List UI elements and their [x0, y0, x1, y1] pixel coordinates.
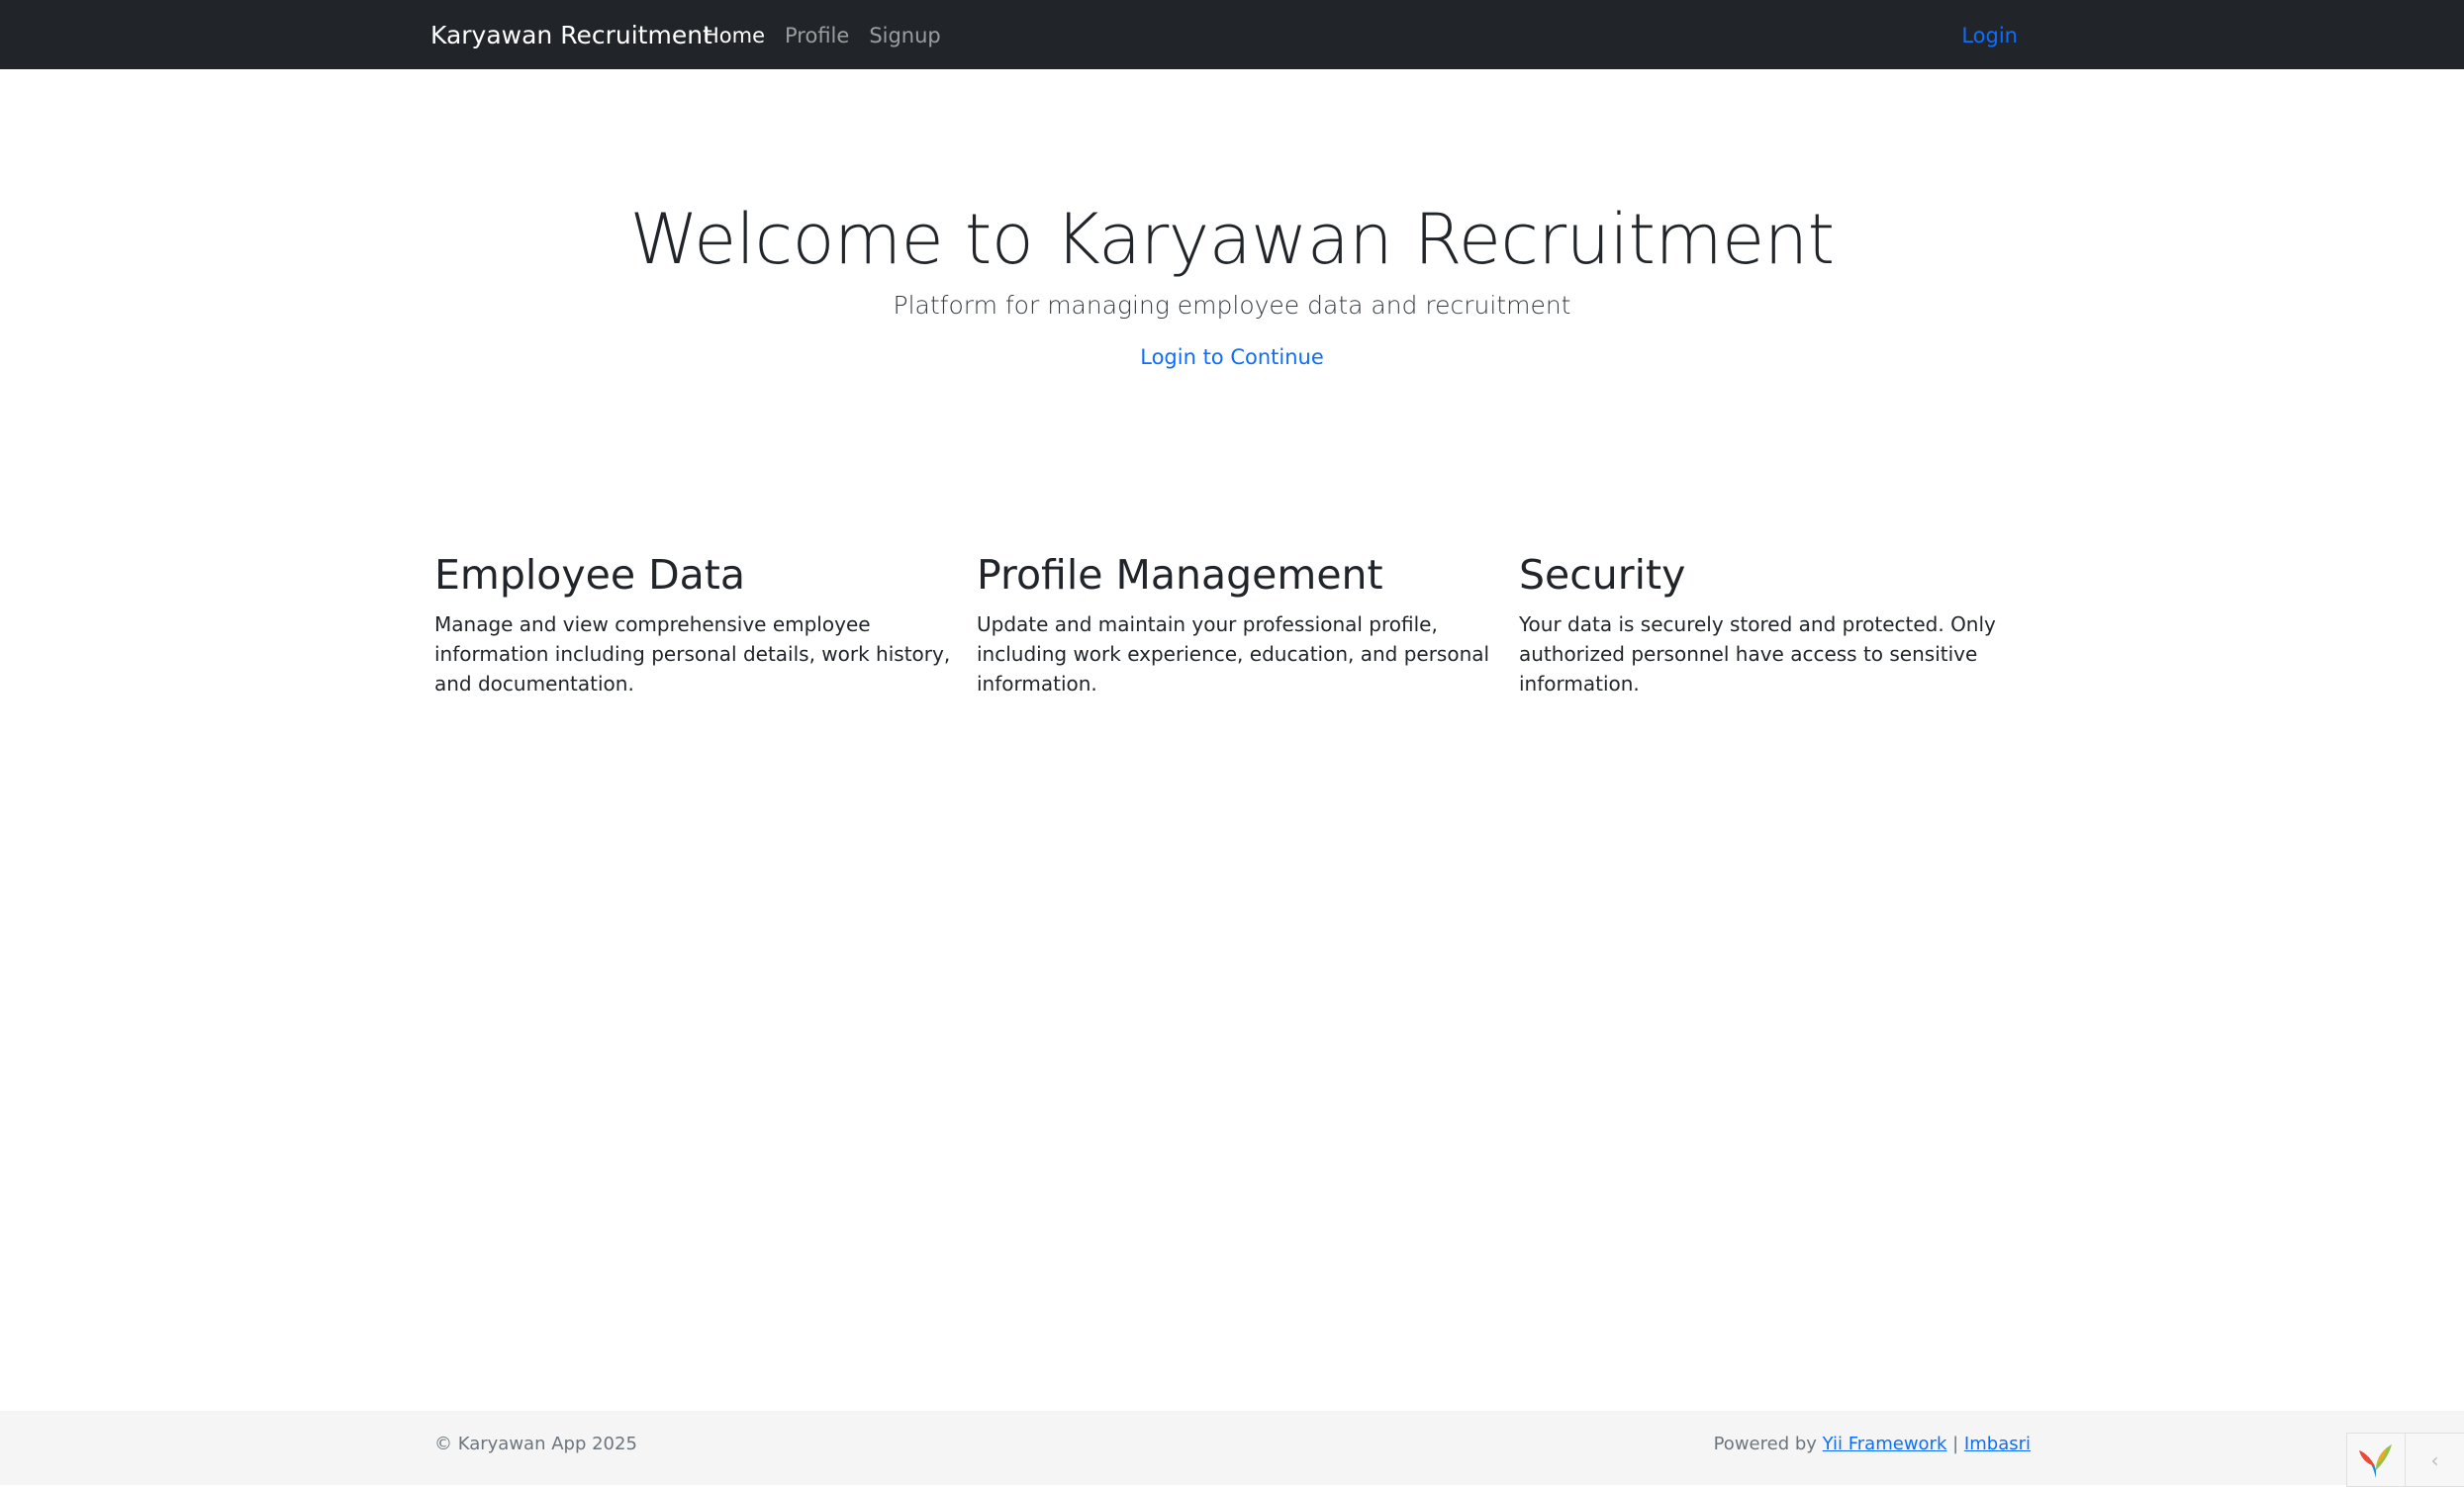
brand-link[interactable]: Karyawan Recruitment: [430, 0, 712, 69]
top-navbar: Karyawan Recruitment Home Profile Signup…: [0, 0, 2464, 69]
feature-title: Profile Management: [977, 551, 1383, 599]
footer-separator: |: [1952, 1434, 1959, 1454]
nav-home-link[interactable]: Home: [704, 0, 765, 69]
feature-text: Update and maintain your professional pr…: [977, 612, 1490, 697]
imbasri-link[interactable]: Imbasri: [1964, 1434, 2031, 1454]
login-to-continue-link[interactable]: Login to Continue: [1140, 345, 1324, 369]
nav-login-link[interactable]: Login: [1961, 0, 2018, 69]
features-row: Employee Data Manage and view comprehens…: [434, 551, 2038, 698]
hero-lead: Platform for managing employee data and …: [893, 291, 1571, 320]
yii-logo-icon[interactable]: [2347, 1434, 2406, 1486]
feature-profile-management: Profile Management Update and maintain y…: [977, 551, 1519, 698]
debug-toolbar: ‹: [2346, 1433, 2464, 1487]
footer-powered-by: Powered by Yii Framework | Imbasri: [1714, 1411, 2031, 1478]
yii-framework-link[interactable]: Yii Framework: [1823, 1434, 1947, 1454]
hero-title: Welcome to Karyawan Recruitment: [629, 199, 1835, 280]
chevron-left-icon[interactable]: ‹: [2406, 1434, 2464, 1486]
nav-signup-link[interactable]: Signup: [869, 0, 940, 69]
nav-profile-link[interactable]: Profile: [785, 0, 849, 69]
feature-employee-data: Employee Data Manage and view comprehens…: [434, 551, 977, 698]
powered-by-text: Powered by: [1713, 1434, 1817, 1454]
feature-text: Manage and view comprehensive employee i…: [434, 612, 951, 697]
feature-text: Your data is securely stored and protect…: [1519, 612, 1996, 697]
nav-links: Home Profile Signup: [704, 0, 961, 69]
page-footer: © Karyawan App 2025 Powered by Yii Frame…: [0, 1411, 2464, 1485]
feature-security: Security Your data is securely stored an…: [1519, 551, 2061, 698]
feature-title: Security: [1519, 551, 1686, 599]
footer-copyright: © Karyawan App 2025: [434, 1434, 637, 1454]
feature-title: Employee Data: [434, 551, 745, 599]
hero-section: Welcome to Karyawan Recruitment Platform…: [0, 198, 2464, 369]
